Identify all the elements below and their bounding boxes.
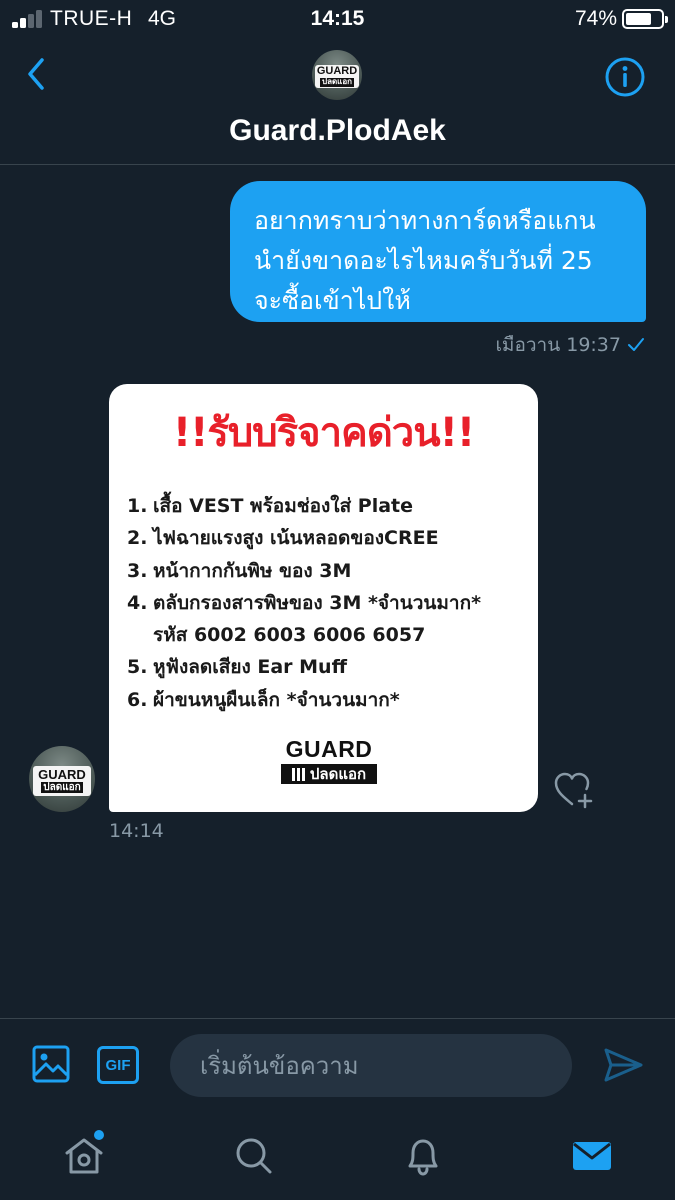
battery-icon: [622, 9, 668, 29]
header-divider: [0, 164, 675, 165]
donation-list: 1. เสื้อ VEST พร้อมช่องใส่ Plate 2. ไฟฉายแ…: [127, 490, 532, 716]
received-image-message[interactable]: !!รับบริจาคด่วน!! 1. เสื้อ VEST พร้อมช่อง…: [109, 384, 538, 812]
tab-home[interactable]: [62, 1130, 106, 1178]
bell-icon: [408, 1139, 438, 1176]
search-icon: [236, 1138, 272, 1174]
chevron-left-icon: [28, 58, 44, 90]
send-button[interactable]: [602, 1046, 644, 1084]
avatar-logo-subtext: ปลดแอก: [320, 77, 354, 87]
mail-icon: [573, 1142, 611, 1170]
avatar-logo-text: GUARD: [316, 65, 358, 78]
sent-message-line: นำยังขาดอะไรไหมครับวันที่ 25: [254, 246, 593, 275]
sender-avatar[interactable]: GUARD ปลดแอก: [29, 746, 95, 812]
notification-dot: [94, 1130, 104, 1140]
battery-percent: 74%: [574, 7, 617, 30]
conversation-info-button[interactable]: [604, 56, 646, 98]
sent-message-timestamp: เมือวาน 19:37: [495, 334, 621, 356]
info-icon: [605, 57, 645, 97]
donation-item: 4. ตลับกรองสารพิษของ 3M *จำนวนมาก*: [127, 591, 482, 614]
add-gif-button[interactable]: GIF: [97, 1046, 139, 1084]
tab-search[interactable]: [232, 1134, 276, 1178]
avatar-logo-text: GUARD: [38, 767, 86, 783]
guard-logo-subtext: ปลดแอก: [281, 764, 377, 784]
tab-notifications[interactable]: [401, 1134, 445, 1178]
sent-message-meta: เมือวาน 19:37: [495, 330, 645, 360]
donation-item: 6. ผ้าขนหนูผืนเล็ก *จำนวนมาก*: [127, 688, 400, 711]
conversation-avatar[interactable]: GUARD ปลดแอก: [312, 50, 362, 100]
like-message-button[interactable]: [553, 770, 597, 810]
guard-logo: GUARD ปลดแอก: [281, 738, 377, 784]
donation-item: 3. หน้ากากกันพิษ ของ 3M: [127, 559, 352, 582]
guard-logo-text: GUARD: [285, 736, 373, 762]
conversation-title[interactable]: Guard.PlodAek: [0, 114, 675, 148]
status-time: 14:15: [310, 7, 365, 30]
tab-messages[interactable]: [570, 1134, 614, 1178]
gif-label: GIF: [105, 1056, 131, 1074]
sent-message-line: อยากทราบว่าทางการ์ดหรือแกน: [254, 206, 596, 235]
sent-message-line: จะซื้อเข้าไปให้: [254, 286, 411, 315]
add-photo-button[interactable]: [32, 1045, 70, 1083]
donation-item-detail: รหัส 6002 6003 6006 6057: [153, 624, 426, 647]
check-icon: [628, 338, 644, 351]
sent-message-bubble[interactable]: อยากทราบว่าทางการ์ดหรือแกน นำยังขาดอะไรไ…: [230, 181, 646, 322]
donation-headline: !!รับบริจาคด่วน!!: [172, 410, 475, 456]
composer-divider: [0, 1018, 675, 1019]
home-icon: [65, 1138, 103, 1174]
send-icon: [604, 1048, 643, 1082]
avatar-logo-subtext: ปลดแอก: [41, 782, 83, 794]
donation-item: 5. หูฟังลดเสียง Ear Muff: [127, 656, 347, 679]
status-bar: TRUE-H 4G 14:15 74%: [0, 0, 675, 40]
image-icon: [32, 1045, 70, 1083]
received-message-timestamp: 14:14: [109, 820, 164, 842]
donation-item: 1. เสื้อ VEST พร้อมช่องใส่ Plate: [127, 495, 414, 517]
message-input[interactable]: [170, 1034, 572, 1097]
back-button[interactable]: [20, 54, 56, 94]
heart-plus-icon: [554, 772, 593, 809]
donation-item: 2. ไฟฉายแรงสูง เน้นหลอดของCREE: [127, 527, 439, 550]
